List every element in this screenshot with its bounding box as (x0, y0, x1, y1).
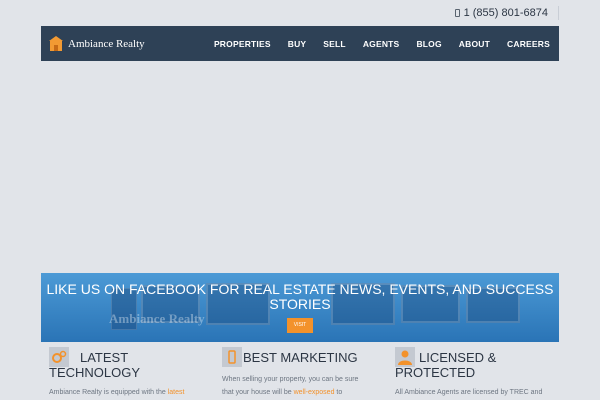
headline-prefix: LIKE US ON (46, 281, 126, 297)
nav-item-sell[interactable]: SELL (323, 39, 346, 49)
nav-item-about[interactable]: ABOUT (459, 39, 490, 49)
facebook-headline: LIKE US ON FACEBOOK FOR REAL ESTATE NEWS… (41, 282, 559, 312)
feature-title-line2: PROTECTED (395, 365, 476, 380)
facebook-banner: Ambiance Realty LIKE US ON FACEBOOK FOR … (41, 273, 559, 342)
feature-latest-technology: LATEST TECHNOLOGY Ambiance Realty is equ… (41, 343, 207, 400)
feature-description-line2: that your house will be well-exposed to (222, 386, 342, 399)
feature-title-line1: BEST MARKETING (243, 350, 358, 365)
feature-description: Ambiance Realty is equipped with the lat… (49, 386, 184, 399)
feature-title: LICENSED & (419, 350, 496, 365)
top-bar: 1 (855) 801-6874 (41, 0, 559, 26)
feature-text: When selling your property, you can be s… (222, 376, 359, 383)
feature-text: to (336, 389, 343, 396)
nav-item-blog[interactable]: BLOG (416, 39, 441, 49)
feature-licensed-protected: LICENSED & PROTECTED All Ambiance Agents… (387, 343, 559, 400)
nav-item-agents[interactable]: AGENTS (363, 39, 400, 49)
feature-title-line1: LICENSED & (419, 350, 497, 365)
topbar-divider (558, 6, 559, 20)
feature-link[interactable]: latest (168, 389, 185, 396)
nav-item-careers[interactable]: CAREERS (507, 39, 550, 49)
visit-facebook-button[interactable]: VISIT (287, 318, 313, 333)
facebook-link[interactable]: FACEBOOK (129, 281, 206, 297)
feature-best-marketing: BEST MARKETING When selling your propert… (214, 343, 380, 400)
feature-title-line1: LATEST (80, 350, 129, 365)
nav-item-properties[interactable]: PROPERTIES (214, 39, 271, 49)
user-icon (395, 347, 415, 367)
gears-icon (49, 347, 69, 367)
feature-description: All Ambiance Agents are licensed by TREC… (395, 386, 542, 399)
nav-menu: PROPERTIES BUY SELL AGENTS BLOG ABOUT CA… (214, 26, 550, 61)
feature-description-line1: When selling your property, you can be s… (222, 373, 358, 386)
background-brand-watermark: Ambiance Realty (109, 311, 205, 326)
mobile-phone-icon (454, 9, 460, 17)
house-logo-icon (49, 36, 63, 51)
feature-text: All Ambiance Agents are licensed by TREC… (395, 389, 543, 396)
phone-contact[interactable]: 1 (855) 801-6874 (454, 6, 559, 20)
feature-title-continued: PROTECTED (395, 365, 475, 380)
feature-title: BEST MARKETING (243, 350, 358, 365)
feature-link[interactable]: well-exposed (294, 389, 335, 396)
feature-title-line2: TECHNOLOGY (49, 365, 141, 380)
feature-text: Ambiance Realty is equipped with the (49, 389, 166, 396)
feature-text: that your house will be (222, 389, 292, 396)
headline-suffix: FOR REAL ESTATE NEWS, EVENTS, AND SUCCES… (209, 281, 554, 312)
nav-item-buy[interactable]: BUY (288, 39, 307, 49)
mobile-phone-icon (222, 347, 242, 367)
hero-area (41, 62, 559, 273)
brand-name: Ambiance Realty (68, 37, 145, 50)
feature-title: LATEST (80, 350, 128, 365)
brand-logo-link[interactable]: Ambiance Realty (49, 36, 145, 51)
feature-title-continued: TECHNOLOGY (49, 365, 140, 380)
main-navbar: Ambiance Realty PROPERTIES BUY SELL AGEN… (41, 26, 559, 61)
phone-number[interactable]: 1 (855) 801-6874 (464, 7, 548, 19)
